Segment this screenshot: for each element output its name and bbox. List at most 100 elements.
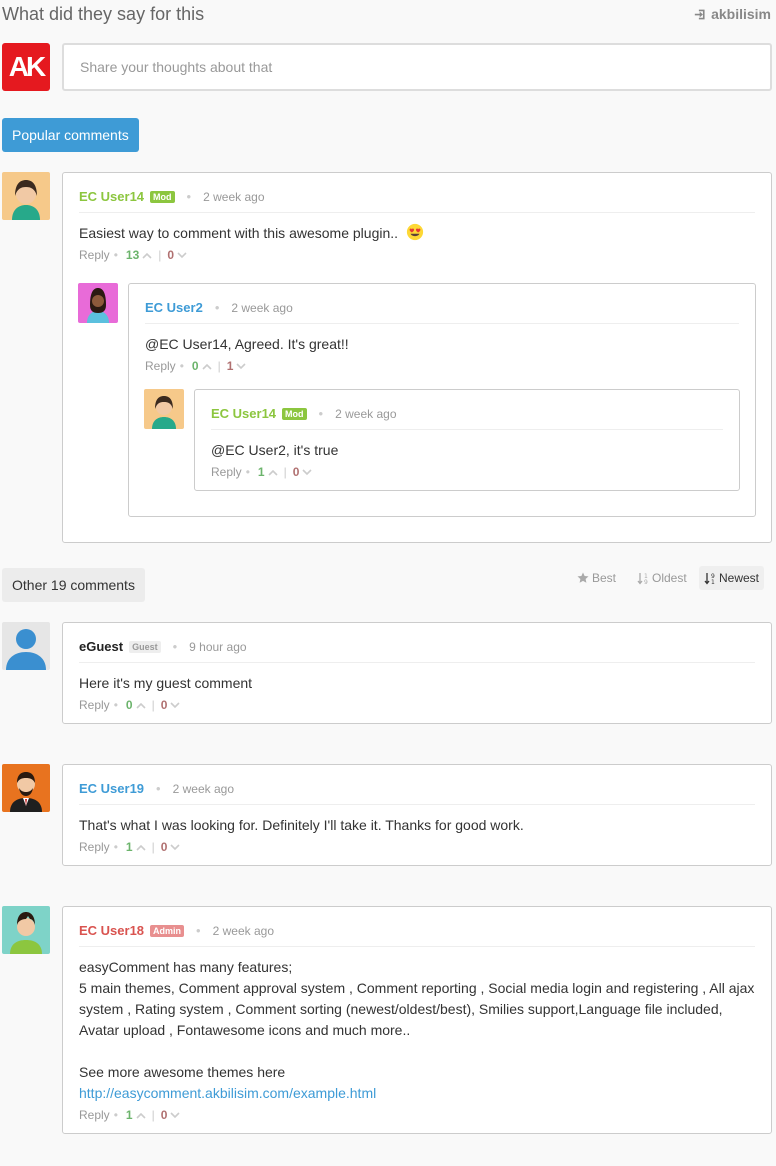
upvote-button[interactable]: 1 [126,1108,146,1122]
downvote-button[interactable]: 0 [293,465,313,479]
star-icon [577,572,589,583]
comment-input[interactable] [62,43,772,91]
comment-text: easyComment has many features; 5 main th… [79,957,755,1104]
comment-card: EC User18 Admin • 2 week ago easyComment… [62,906,772,1134]
other-comments-label: Other 19 comments [2,568,145,602]
separator-dot: • [186,189,192,204]
reply-link[interactable]: Reply [79,1108,110,1122]
chevron-down-icon [302,468,312,475]
reply-link[interactable]: Reply [145,359,176,373]
avatar-ec-user2[interactable] [78,283,118,323]
upvote-count: 13 [125,248,140,262]
downvote-count: 0 [292,465,300,479]
comment-text-line: 5 main themes, Comment approval system ,… [79,980,755,1038]
comment-time: 2 week ago [231,300,293,315]
upvote-button[interactable]: 1 [126,840,146,854]
comment-header: eGuest Guest • 9 hour ago [79,639,755,663]
comment-card: EC User19 • 2 week ago That's what I was… [62,764,772,866]
popular-comments-button[interactable]: Popular comments [2,118,139,152]
comment-card: eGuest Guest • 9 hour ago Here it's my g… [62,622,772,724]
avatar-ec-user19[interactable] [2,764,50,812]
sort-oldest-button[interactable]: 19 Oldest [632,566,692,590]
separator-dot: • [179,359,184,373]
vote-separator: | [151,840,155,854]
comment-author[interactable]: EC User14 [211,406,276,421]
reply-link[interactable]: Reply [211,465,242,479]
chevron-down-icon [170,701,180,708]
upvote-count: 1 [257,465,265,479]
reply-link[interactable]: Reply [79,698,110,712]
comment-time: 2 week ago [203,189,265,204]
upvote-count: 0 [125,698,133,712]
comment-author[interactable]: EC User19 [79,781,144,796]
separator-dot: • [156,781,161,796]
example-themes-link[interactable]: http://easycomment.akbilisim.com/example… [79,1085,376,1101]
upvote-button[interactable]: 0 [192,359,212,373]
downvote-button[interactable]: 1 [227,359,247,373]
separator-dot: • [113,698,118,712]
comment-text: Easiest way to comment with this awesome… [79,225,399,241]
avatar-ec-user14[interactable] [144,389,184,429]
downvote-button[interactable]: 0 [161,840,181,854]
comment-time: 2 week ago [172,781,234,796]
sort-newest-button[interactable]: 91 Newest [699,566,765,590]
upvote-button[interactable]: 1 [258,465,278,479]
admin-badge: Admin [150,924,185,937]
comment-author[interactable]: EC User14 [79,189,144,204]
upvote-button[interactable]: 13 [126,248,152,262]
comment-header: EC User2 • 2 week ago [145,300,739,324]
upvote-count: 1 [125,840,133,854]
comment-actions: Reply • 1 | 0 [79,1108,755,1122]
site-logo: AK [2,43,50,91]
separator-dot: • [214,300,220,315]
separator-dot: • [318,406,324,421]
chevron-up-icon [142,252,152,259]
separator-dot: • [113,248,118,262]
downvote-count: 0 [160,698,168,712]
login-label: akbilisim [711,6,771,22]
comment-header: EC User19 • 2 week ago [79,781,755,805]
sort-best-label: Best [592,571,617,585]
downvote-button[interactable]: 0 [167,248,187,262]
separator-dot: • [113,840,118,854]
sort-numeric-asc-icon: 19 [637,572,648,585]
downvote-count: 1 [226,359,234,373]
comment-text: @EC User2, it's true [211,442,339,458]
svg-text:1: 1 [711,579,715,585]
downvote-button[interactable]: 0 [161,698,181,712]
reply-link[interactable]: Reply [79,840,110,854]
downvote-button[interactable]: 0 [161,1108,181,1122]
avatar-ec-user14[interactable] [2,172,50,220]
avatar-eguest[interactable] [2,622,50,670]
svg-text:9: 9 [644,579,648,585]
vote-separator: | [217,359,221,373]
separator-dot: • [196,923,201,938]
chevron-up-icon [268,469,278,476]
vote-separator: | [158,248,162,262]
comment-actions: Reply • 0 | 1 [145,359,739,373]
comment-author[interactable]: EC User18 [79,923,144,938]
reply-link[interactable]: Reply [79,248,110,262]
login-link[interactable]: akbilisim [694,6,771,22]
avatar-ec-user18[interactable] [2,906,50,954]
comment-actions: Reply • 13 | 0 [79,248,755,262]
page-title: What did they say for this [2,4,205,24]
downvote-count: 0 [160,840,168,854]
upvote-button[interactable]: 0 [126,698,146,712]
comment-text: That's what I was looking for. Definitel… [79,817,524,833]
comment-author[interactable]: EC User2 [145,300,203,315]
sort-newest-label: Newest [719,571,760,585]
comment-time: 9 hour ago [189,639,247,654]
upvote-count: 1 [125,1108,133,1122]
sort-numeric-desc-icon: 91 [704,572,715,585]
separator-dot: • [113,1108,118,1122]
mod-badge: Mod [150,190,175,203]
comment-time: 2 week ago [212,923,274,938]
vote-separator: | [151,1108,155,1122]
chevron-down-icon [170,1111,180,1118]
comment-author[interactable]: eGuest [79,639,123,654]
comment-actions: Reply • 1 | 0 [211,465,723,479]
separator-dot: • [172,639,178,654]
sort-best-button[interactable]: Best [572,566,621,590]
heart-eyes-emoji-icon [406,223,424,241]
